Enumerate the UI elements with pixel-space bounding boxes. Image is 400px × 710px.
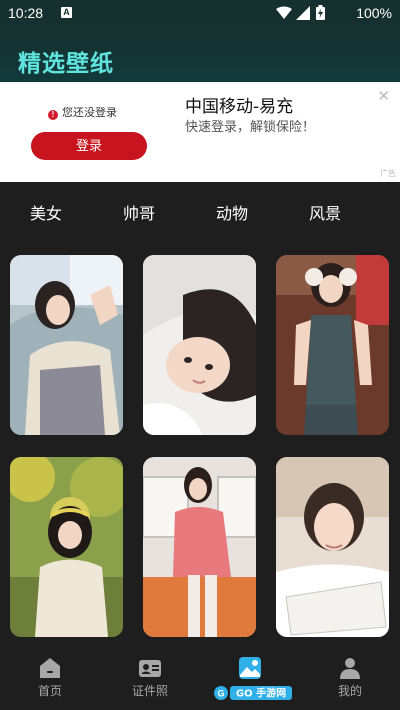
nav-item-id-photo[interactable]: 证件照 [100, 642, 200, 710]
wallpaper-card-girl-lying[interactable] [143, 255, 256, 435]
wallpaper-card-girl-earmuffs[interactable] [276, 255, 389, 435]
ad-warning-text: 您还没登录 [62, 106, 117, 119]
ad-tag: 广告 [380, 169, 396, 178]
tab-beauty[interactable]: 美女 [30, 200, 62, 224]
nav-label-mine: 我的 [337, 684, 362, 698]
warning-icon: ! [48, 110, 58, 120]
notification-a-icon: A [61, 7, 72, 18]
tab-handsome[interactable]: 帅哥 [123, 200, 155, 224]
wallpaper-card-girl-pillow[interactable] [10, 255, 123, 435]
wallpaper-icon [239, 657, 261, 679]
ad-login-warning: ! 您还没登录 [48, 104, 117, 120]
signal-icon [296, 6, 310, 20]
bottom-nav: 首页 证件照 我的 [0, 642, 400, 710]
id-card-icon [139, 660, 161, 677]
app-header: 精选壁纸 [0, 28, 400, 82]
tab-animals[interactable]: 动物 [216, 200, 248, 224]
wallpaper-grid [0, 240, 400, 640]
user-icon [340, 658, 360, 679]
nav-item-mine[interactable]: 我的 [300, 642, 400, 710]
wallpaper-card-girl-book[interactable] [276, 457, 389, 637]
wallpaper-card-girl-autumn[interactable] [10, 457, 123, 637]
battery-icon [316, 5, 325, 20]
svg-text:G: G [217, 689, 224, 699]
watermark-text: GO 手游网 [236, 687, 286, 700]
battery-percent: 100% [356, 5, 392, 21]
close-icon[interactable]: ✕ [377, 87, 390, 105]
nav-label-id-photo: 证件照 [131, 684, 168, 698]
watermark-logo: G GO 手游网 [214, 686, 292, 700]
ad-login-button[interactable]: 登录 [31, 132, 147, 160]
page-title: 精选壁纸 [18, 51, 114, 77]
category-tabs: 美女 帅哥 动物 风景 [0, 182, 400, 240]
home-icon [40, 658, 60, 678]
status-icons: 100% [272, 4, 392, 24]
ad-subtitle: 快速登录，解锁保险！ [185, 120, 316, 135]
ad-banner[interactable]: ! 您还没登录 登录 中国移动-易充 快速登录，解锁保险！ ✕ 广告 [0, 82, 400, 182]
status-bar: 10:28 A 100% [0, 0, 400, 28]
wallpaper-card-girl-pink-sweater[interactable] [143, 457, 256, 637]
nav-label-home: 首页 [37, 684, 62, 698]
tab-scenery[interactable]: 风景 [309, 200, 341, 224]
nav-item-home[interactable]: 首页 [0, 642, 100, 710]
wifi-icon [276, 6, 292, 19]
ad-title: 中国移动-易充 [185, 97, 294, 117]
status-time: 10:28 [8, 5, 44, 21]
